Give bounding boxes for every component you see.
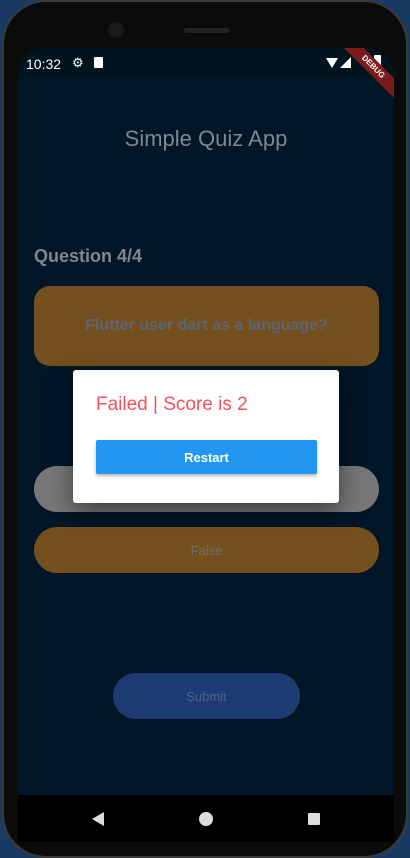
option-false-button[interactable]: False bbox=[34, 527, 379, 573]
wifi-icon bbox=[326, 58, 338, 68]
home-icon[interactable] bbox=[199, 812, 213, 826]
result-dialog: Failed | Score is 2 Restart bbox=[73, 370, 339, 503]
signal-icon bbox=[340, 57, 351, 68]
screen: 10:32 ⚙ DEBUG Simple Quiz App Question 4… bbox=[18, 48, 394, 842]
back-icon[interactable] bbox=[92, 812, 104, 826]
question-card: Flutter user dart as a language? bbox=[34, 286, 379, 366]
phone-frame: 10:32 ⚙ DEBUG Simple Quiz App Question 4… bbox=[2, 0, 408, 858]
recents-icon[interactable] bbox=[308, 813, 320, 825]
app-title: Simple Quiz App bbox=[124, 126, 288, 151]
nav-bar bbox=[18, 795, 394, 842]
gear-icon: ⚙ bbox=[72, 55, 84, 70]
question-number: Question 4/4 bbox=[34, 246, 143, 266]
status-time: 10:32 bbox=[26, 56, 62, 72]
question-text: Flutter user dart as a language? bbox=[85, 317, 328, 334]
camera bbox=[108, 22, 124, 38]
sd-card-icon bbox=[94, 57, 103, 68]
status-bar: 10:32 ⚙ DEBUG bbox=[18, 48, 394, 104]
submit-button[interactable]: Submit bbox=[113, 673, 300, 719]
restart-button[interactable]: Restart bbox=[96, 440, 317, 474]
speaker bbox=[184, 28, 230, 33]
dialog-title: Failed | Score is 2 bbox=[96, 394, 248, 415]
